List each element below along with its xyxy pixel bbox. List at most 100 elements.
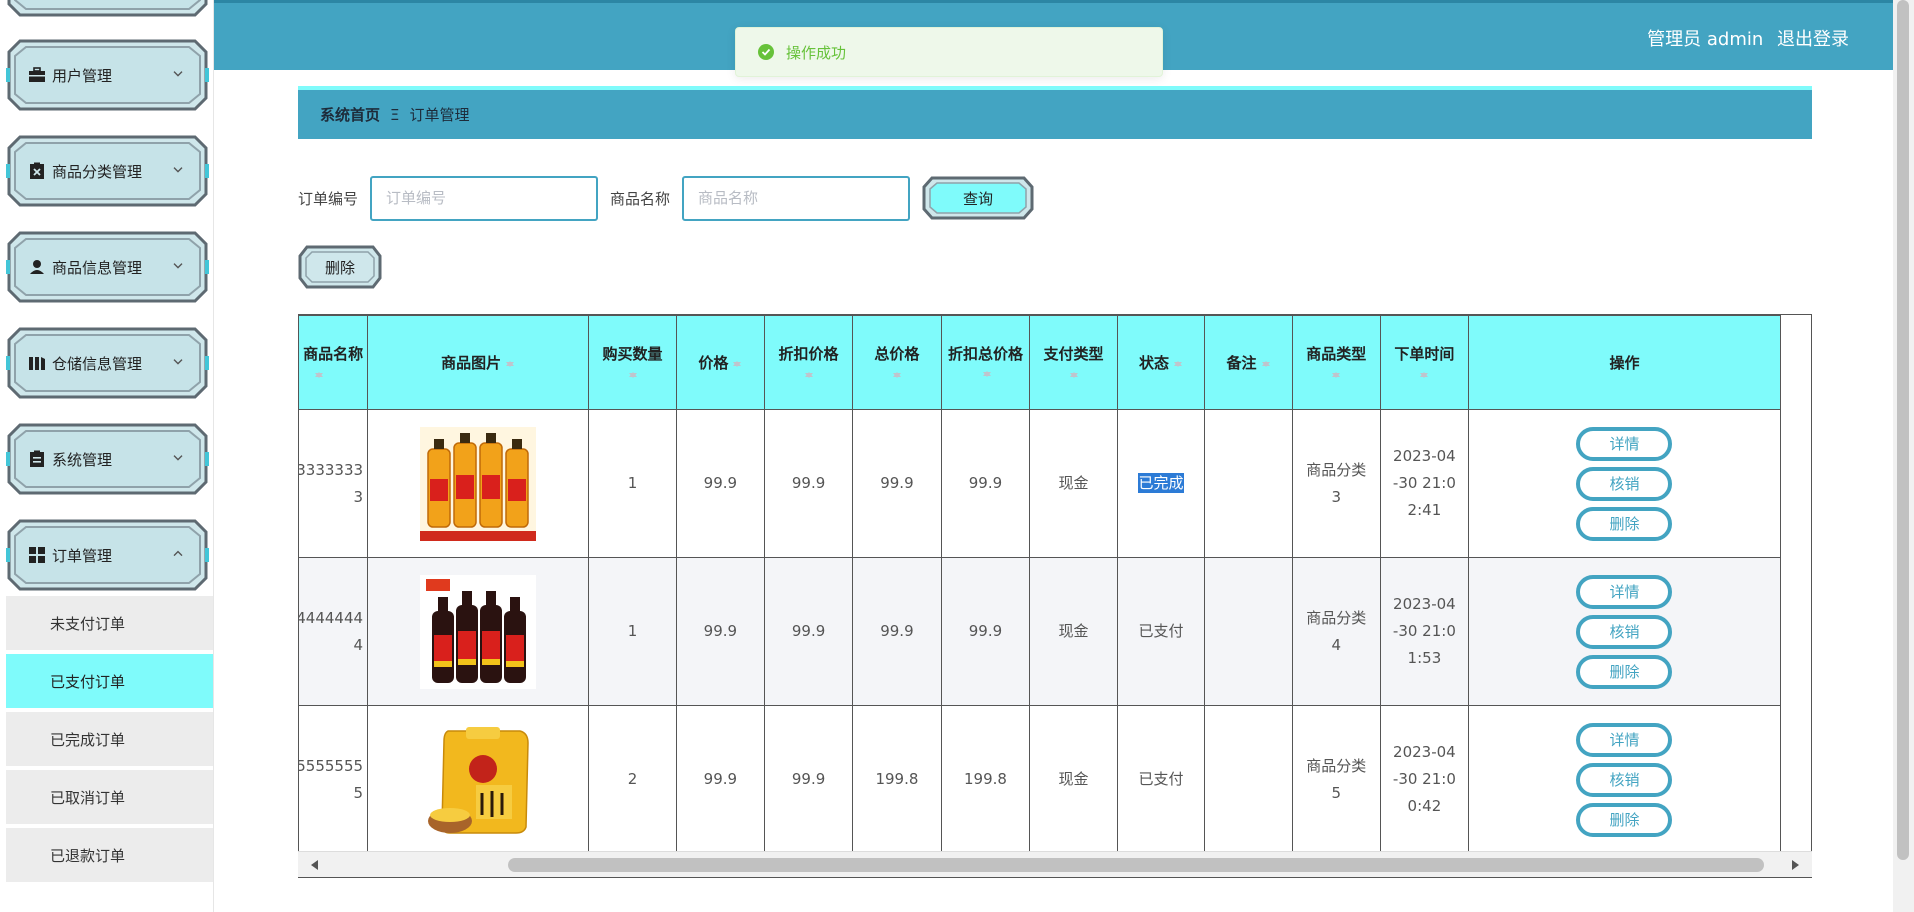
cell-order-time: 2023-04-30 21:02:41 (1379, 409, 1469, 558)
detail-button[interactable]: 详情 (1576, 426, 1673, 461)
sort-icon[interactable] (982, 367, 992, 381)
cell-discount-price: 99.9 (763, 705, 854, 854)
cell-actions: 详情 核销 删除 (1467, 557, 1782, 706)
sidebar-menu-order[interactable]: 订单管理 (6, 518, 209, 592)
cell-product-type: 商品分类3 (1291, 409, 1381, 558)
cell-product-image (367, 705, 590, 854)
table-header-row: 商品名称 商品图片 购买数量 价格 折扣价格 总价格 折扣总价格 支付类型 状态… (299, 315, 1782, 410)
col-header-qty[interactable]: 购买数量 (588, 315, 677, 410)
sort-icon[interactable] (314, 368, 324, 382)
product-name-label: 商品名称 (610, 189, 671, 208)
order-no-input[interactable] (370, 175, 599, 221)
delete-button[interactable]: 删除 (1576, 802, 1673, 837)
check-circle-icon (758, 44, 774, 60)
cell-pay-type: 现金 (1029, 705, 1118, 854)
col-header-product-type[interactable]: 商品类型 (1291, 315, 1381, 410)
product-image-soy-sauce-bottles (420, 574, 537, 689)
grid-icon (29, 547, 45, 563)
submenu-completed-orders[interactable]: 已完成订单 (6, 712, 213, 768)
cell-price: 99.9 (675, 705, 765, 854)
col-header-product-image[interactable]: 商品图片 (367, 315, 590, 410)
sort-icon[interactable] (1419, 368, 1429, 382)
sidebar-menu-user[interactable]: 用户管理 (6, 38, 209, 112)
chevron-down-icon (173, 71, 183, 77)
cell-product-name: 3333333333 (299, 409, 369, 558)
cell-actions: 详情 核销 删除 (1467, 705, 1782, 854)
sidebar-menu-warehouse[interactable]: 仓储信息管理 (6, 326, 209, 400)
sidebar-menu-system[interactable]: 系统管理 (6, 422, 209, 496)
chevron-down-icon (173, 455, 183, 461)
col-header-discount-total[interactable]: 折扣总价格 (940, 315, 1031, 410)
status-text-selected: 已完成 (1138, 473, 1184, 493)
col-header-product-name[interactable]: 商品名称 (299, 315, 369, 410)
sort-icon[interactable] (892, 368, 902, 382)
submenu-paid-orders[interactable]: 已支付订单 (6, 654, 213, 710)
query-button[interactable]: 查询 (922, 175, 1034, 221)
chevron-down-icon (173, 359, 183, 365)
table-scrollbar-thumb[interactable] (508, 858, 1764, 872)
batch-delete-button[interactable]: 删除 (298, 244, 382, 290)
col-header-discount-price[interactable]: 折扣价格 (763, 315, 854, 410)
submenu-unpaid-orders[interactable]: 未支付订单 (6, 596, 213, 652)
cell-qty: 1 (588, 409, 677, 558)
batch-delete-label: 删除 (324, 258, 355, 277)
sort-icon[interactable] (505, 357, 515, 371)
sort-icon[interactable] (628, 368, 638, 382)
user-label: 管理员 admin (1647, 29, 1764, 50)
sort-icon[interactable] (1069, 368, 1079, 382)
col-header-order-time[interactable]: 下单时间 (1379, 315, 1469, 410)
search-bar: 订单编号 商品名称 查询 (298, 175, 1034, 221)
cell-actions: 详情 核销 删除 (1467, 409, 1782, 558)
breadcrumb-home[interactable]: 系统首页 (320, 104, 380, 125)
cell-status: 已支付 (1116, 705, 1206, 854)
sort-icon[interactable] (1331, 368, 1341, 382)
cell-product-image (367, 557, 590, 706)
cell-total: 199.8 (852, 705, 942, 854)
detail-button[interactable]: 详情 (1576, 574, 1673, 609)
order-table: 商品名称 商品图片 购买数量 价格 折扣价格 总价格 折扣总价格 支付类型 状态… (299, 315, 1782, 854)
logout-link[interactable]: 退出登录 (1777, 29, 1849, 50)
col-header-price[interactable]: 价格 (675, 315, 765, 410)
page-scrollbar[interactable] (1893, 0, 1914, 912)
col-header-status[interactable]: 状态 (1116, 315, 1206, 410)
sort-icon[interactable] (804, 368, 814, 382)
delete-button[interactable]: 删除 (1576, 506, 1673, 541)
sort-icon[interactable] (732, 357, 742, 371)
scroll-left-arrow-icon[interactable] (306, 860, 318, 870)
cell-product-name: 5555555555 (299, 705, 369, 854)
success-toast: 操作成功 (735, 27, 1163, 77)
detail-button[interactable]: 详情 (1576, 722, 1673, 757)
table-horizontal-scrollbar[interactable] (298, 851, 1812, 877)
cell-status: 已支付 (1116, 557, 1206, 706)
col-header-total[interactable]: 总价格 (852, 315, 942, 410)
breadcrumb-separator: Ξ (390, 105, 400, 124)
cell-remark (1204, 409, 1293, 558)
sidebar-menu-category[interactable]: 商品分类管理 (6, 134, 209, 208)
warehouse-icon (29, 357, 45, 370)
scroll-right-arrow-icon[interactable] (1792, 860, 1804, 870)
verify-button[interactable]: 核销 (1576, 466, 1673, 501)
menu-frame (7, 0, 208, 17)
verify-button[interactable]: 核销 (1576, 614, 1673, 649)
sort-icon[interactable] (1261, 357, 1271, 371)
cell-order-time: 2023-04-30 21:00:42 (1379, 705, 1469, 854)
cell-discount-price: 99.9 (763, 409, 854, 558)
product-name-input[interactable] (682, 175, 911, 221)
col-header-remark[interactable]: 备注 (1204, 315, 1293, 410)
sidebar-menu-product[interactable]: 商品信息管理 (6, 230, 209, 304)
briefcase-icon (29, 67, 45, 82)
sidebar-menu-partial[interactable] (6, 0, 209, 18)
cell-discount-total: 99.9 (940, 557, 1031, 706)
chevron-down-icon (173, 167, 183, 173)
breadcrumb-current: 订单管理 (409, 106, 470, 124)
cell-remark (1204, 557, 1293, 706)
submenu-refunded-orders[interactable]: 已退款订单 (6, 828, 213, 884)
col-header-pay-type[interactable]: 支付类型 (1029, 315, 1118, 410)
cell-product-image (367, 409, 590, 558)
cell-price: 99.9 (675, 409, 765, 558)
delete-button[interactable]: 删除 (1576, 654, 1673, 689)
verify-button[interactable]: 核销 (1576, 762, 1673, 797)
page-scrollbar-thumb[interactable] (1897, 0, 1909, 860)
submenu-cancelled-orders[interactable]: 已取消订单 (6, 770, 213, 826)
sort-icon[interactable] (1173, 357, 1183, 371)
